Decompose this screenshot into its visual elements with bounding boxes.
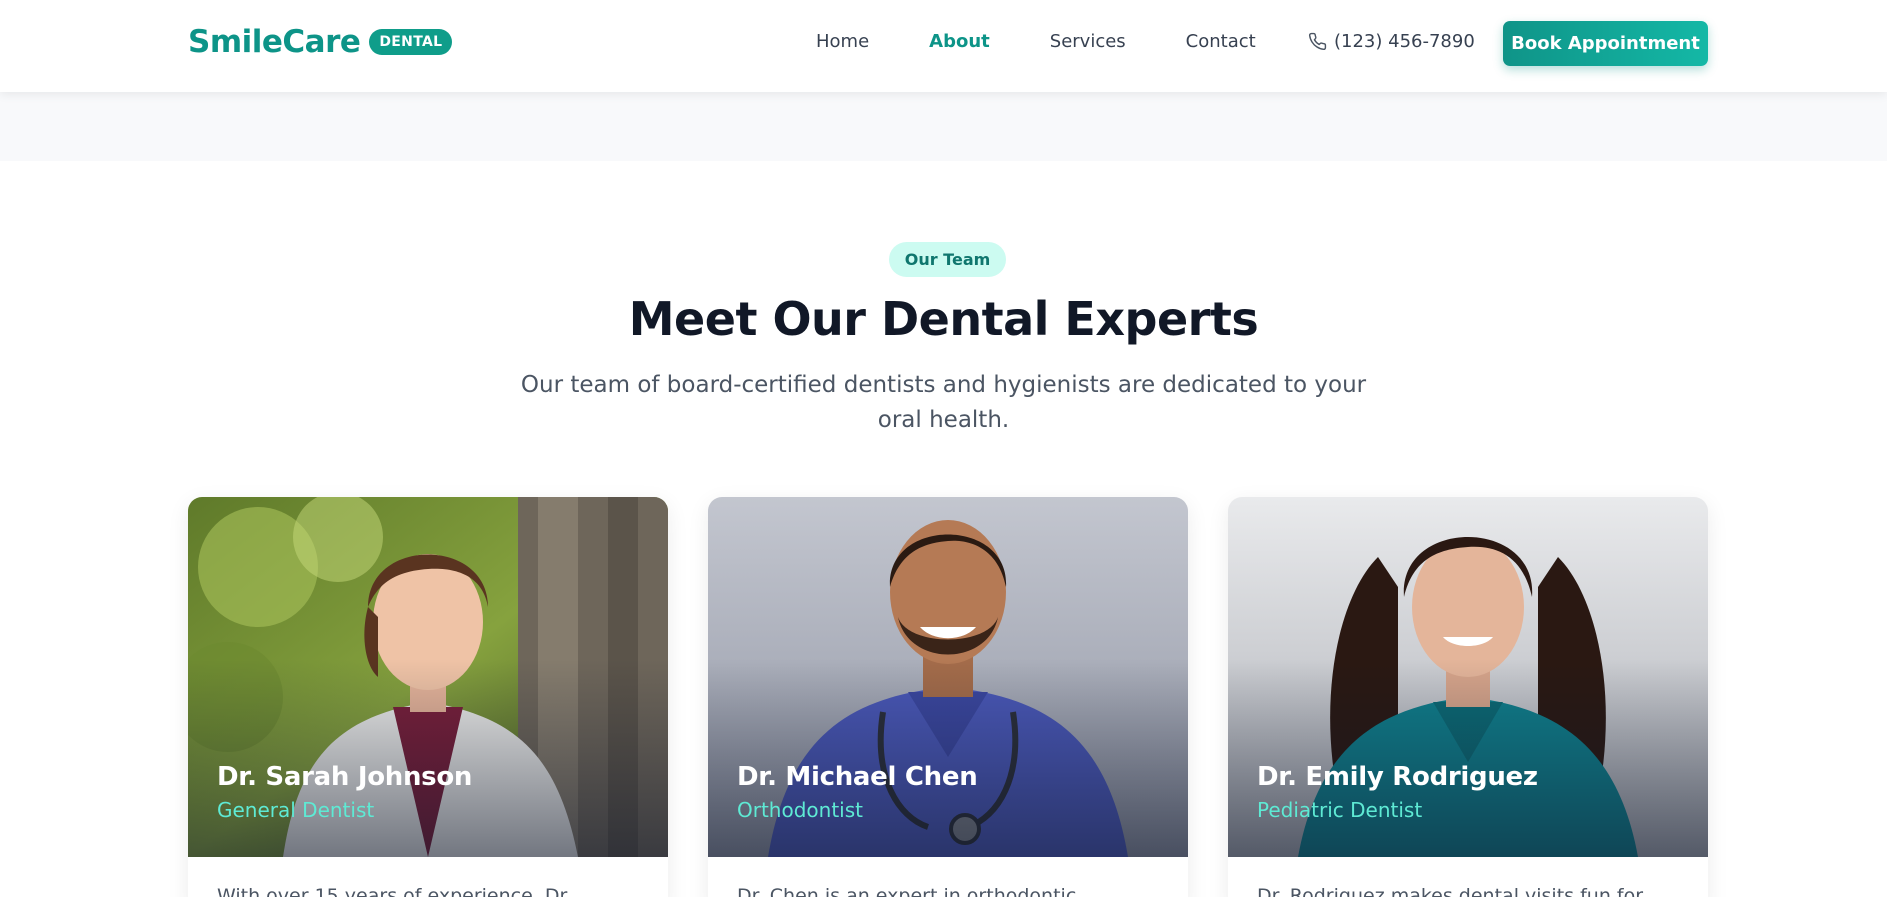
nav-link-contact[interactable]: Contact — [1186, 31, 1256, 52]
doctor-name: Dr. Michael Chen — [737, 762, 978, 792]
section-eyebrow-badge: Our Team — [889, 242, 1006, 277]
doctor-role: General Dentist — [217, 798, 375, 822]
logo-text: SmileCare — [188, 24, 361, 60]
nav-links: Home About Services Contact — [816, 31, 1316, 52]
book-appointment-button[interactable]: Book Appointment — [1503, 21, 1708, 66]
logo-badge: DENTAL — [369, 29, 453, 55]
phone-number: (123) 456-7890 — [1334, 31, 1475, 52]
doctor-bio: With over 15 years of experience, Dr. — [217, 885, 572, 897]
site-logo[interactable]: SmileCare DENTAL — [188, 24, 453, 60]
doctor-name: Dr. Emily Rodriguez — [1257, 762, 1538, 792]
phone-icon — [1308, 32, 1327, 51]
team-card-emily-rodriguez[interactable]: Dr. Emily Rodriguez Pediatric Dentist Dr… — [1228, 497, 1708, 897]
section-title: Meet Our Dental Experts — [628, 292, 1259, 346]
nav-link-services[interactable]: Services — [1050, 31, 1126, 52]
team-card-michael-chen[interactable]: Dr. Michael Chen Orthodontist Dr. Chen i… — [708, 497, 1188, 897]
doctor-role: Orthodontist — [737, 798, 863, 822]
doctor-role: Pediatric Dentist — [1257, 798, 1423, 822]
nav-link-home[interactable]: Home — [816, 31, 869, 52]
section-subtitle: Our team of board-certified dentists and… — [520, 372, 1367, 433]
section-divider-band — [0, 92, 1887, 161]
nav-link-about[interactable]: About — [929, 31, 990, 52]
doctor-name: Dr. Sarah Johnson — [217, 762, 473, 792]
doctor-bio: Dr. Rodriguez makes dental visits fun fo… — [1257, 885, 1644, 897]
top-navigation: SmileCare DENTAL Home About Services Con… — [0, 0, 1887, 92]
phone-link[interactable]: (123) 456-7890 — [1308, 31, 1475, 52]
team-card-sarah-johnson[interactable]: Dr. Sarah Johnson General Dentist With o… — [188, 497, 668, 897]
doctor-bio: Dr. Chen is an expert in orthodontic — [737, 885, 1077, 897]
